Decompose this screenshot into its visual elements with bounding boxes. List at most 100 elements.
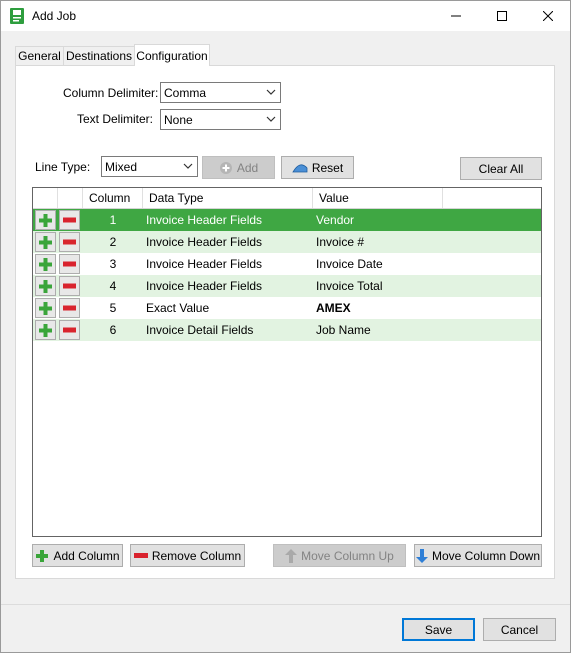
- tab-label: Configuration: [136, 48, 208, 63]
- remove-column-label: Remove Column: [151, 548, 242, 563]
- row-add-button[interactable]: [35, 276, 56, 296]
- table-row[interactable]: 4 Invoice Header Fields Invoice Total: [33, 275, 541, 297]
- column-delimiter-select[interactable]: Comma: [160, 82, 281, 103]
- table-row[interactable]: 2 Invoice Header Fields Invoice #: [33, 231, 541, 253]
- reset-button[interactable]: Reset: [281, 156, 354, 179]
- table-row[interactable]: 3 Invoice Header Fields Invoice Date: [33, 253, 541, 275]
- app-icon: [10, 8, 24, 24]
- cell-data-type: Invoice Header Fields: [146, 235, 263, 249]
- move-down-label: Move Column Down: [431, 548, 541, 563]
- clear-all-label: Clear All: [478, 161, 524, 176]
- row-add-button[interactable]: [35, 320, 56, 340]
- footer-separator: [1, 604, 570, 605]
- row-remove-button[interactable]: [59, 276, 80, 296]
- grid-header: Column Data Type Value: [33, 188, 541, 209]
- remove-column-button[interactable]: Remove Column: [130, 544, 245, 567]
- title-bar: Add Job: [1, 1, 570, 31]
- move-column-up-button[interactable]: Move Column Up: [273, 544, 406, 567]
- grid-header-blank: [33, 188, 58, 208]
- row-remove-button[interactable]: [59, 232, 80, 252]
- add-column-button[interactable]: Add Column: [32, 544, 123, 567]
- cancel-label: Cancel: [500, 622, 539, 637]
- save-label: Save: [424, 622, 453, 637]
- close-icon: [543, 11, 553, 21]
- cancel-button[interactable]: Cancel: [483, 618, 556, 641]
- minus-icon: [63, 217, 76, 223]
- row-remove-button[interactable]: [59, 320, 80, 340]
- tab-label: General: [18, 49, 61, 63]
- row-add-button[interactable]: [35, 210, 56, 230]
- cell-value: Vendor: [316, 213, 355, 227]
- grid-header-blank: [58, 188, 83, 208]
- move-column-down-button[interactable]: Move Column Down: [414, 544, 542, 567]
- plus-icon: [39, 279, 52, 293]
- cell-column: 6: [109, 323, 117, 337]
- clear-all-button[interactable]: Clear All: [460, 157, 542, 180]
- cell-value: Invoice Total: [316, 279, 383, 293]
- cell-value: Invoice Date: [316, 257, 383, 271]
- grid-header-data-type: Data Type: [143, 188, 313, 208]
- chevron-down-icon: [266, 89, 276, 95]
- row-remove-button[interactable]: [59, 254, 80, 274]
- arrow-down-icon: [415, 548, 428, 563]
- minus-icon: [133, 552, 148, 558]
- cell-data-type: Invoice Header Fields: [146, 213, 263, 227]
- cell-data-type: Invoice Header Fields: [146, 279, 263, 293]
- row-add-button[interactable]: [35, 232, 56, 252]
- tab-general[interactable]: General: [15, 46, 64, 65]
- plus-icon: [39, 213, 52, 227]
- line-type-label: Line Type:: [35, 160, 91, 174]
- minimize-icon: [451, 15, 461, 17]
- row-add-button[interactable]: [35, 298, 56, 318]
- table-row[interactable]: 5 Exact Value AMEX: [33, 297, 541, 319]
- minus-icon: [63, 305, 76, 311]
- move-up-label: Move Column Up: [301, 548, 394, 563]
- tab-label: Destinations: [65, 49, 133, 63]
- tab-configuration[interactable]: Configuration: [134, 44, 210, 66]
- cell-value: AMEX: [316, 301, 351, 315]
- reset-label: Reset: [311, 160, 344, 175]
- row-remove-button[interactable]: [59, 210, 80, 230]
- cell-data-type: Exact Value: [146, 301, 210, 315]
- cell-data-type: Invoice Detail Fields: [146, 323, 254, 337]
- cell-column: 1: [109, 213, 117, 227]
- minus-icon: [63, 239, 76, 245]
- add-circle-icon: [219, 161, 232, 174]
- reset-icon: [292, 163, 308, 172]
- cell-column: 3: [109, 257, 117, 271]
- add-column-label: Add Column: [53, 548, 120, 563]
- row-add-button[interactable]: [35, 254, 56, 274]
- add-label: Add: [236, 160, 259, 175]
- maximize-button[interactable]: [479, 1, 525, 31]
- minus-icon: [63, 327, 76, 333]
- columns-grid: Column Data Type Value 1 Invoice Header F…: [32, 187, 542, 537]
- arrow-up-icon: [285, 548, 298, 563]
- close-button[interactable]: [525, 1, 571, 31]
- cell-value: Invoice #: [316, 235, 365, 249]
- line-type-select[interactable]: Mixed: [101, 156, 198, 177]
- plus-icon: [39, 323, 52, 337]
- minus-icon: [63, 283, 76, 289]
- minimize-button[interactable]: [433, 1, 479, 31]
- grid-header-column: Column: [83, 188, 143, 208]
- cell-column: 2: [109, 235, 117, 249]
- window-title: Add Job: [32, 9, 77, 23]
- plus-icon: [39, 301, 52, 315]
- tab-destinations[interactable]: Destinations: [63, 46, 135, 65]
- table-row[interactable]: 6 Invoice Detail Fields Job Name: [33, 319, 541, 341]
- grid-header-value: Value: [313, 188, 443, 208]
- cell-data-type: Invoice Header Fields: [146, 257, 263, 271]
- row-remove-button[interactable]: [59, 298, 80, 318]
- add-line-button[interactable]: Add: [202, 156, 275, 179]
- plus-icon: [36, 549, 49, 562]
- text-delimiter-value: None: [164, 113, 193, 127]
- save-button[interactable]: Save: [402, 618, 475, 641]
- minus-icon: [63, 261, 76, 267]
- table-row[interactable]: 1 Invoice Header Fields Vendor: [33, 209, 541, 231]
- column-delimiter-value: Comma: [164, 86, 207, 100]
- text-delimiter-select[interactable]: None: [160, 109, 281, 130]
- text-delimiter-label: Text Delimiter:: [77, 112, 154, 126]
- plus-icon: [39, 235, 52, 249]
- cell-column: 5: [109, 301, 117, 315]
- chevron-down-icon: [266, 116, 276, 122]
